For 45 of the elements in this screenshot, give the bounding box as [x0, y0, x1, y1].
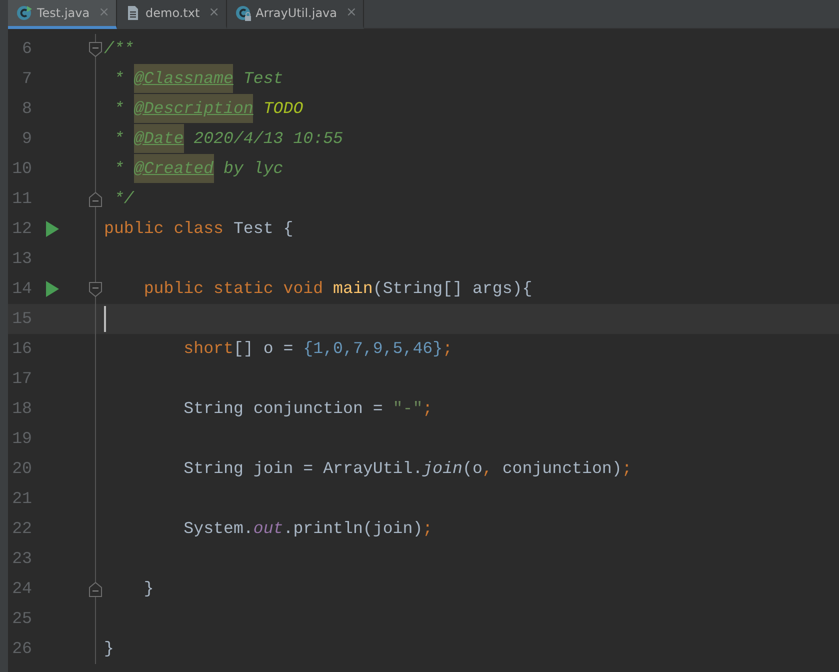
code-line: }	[104, 638, 114, 658]
code-line: System.out.println(join);	[182, 518, 433, 538]
line-number: 22	[11, 518, 32, 540]
line-number: 11	[11, 188, 32, 210]
file-tab[interactable]: demo.txt ×	[116, 0, 227, 29]
line-number: 12	[11, 218, 32, 240]
line-number: 24	[11, 578, 32, 600]
line-number: 8	[21, 98, 32, 120]
code-line: * @Date 2020/4/13 10:55	[104, 124, 343, 153]
line-number: 10	[11, 158, 32, 180]
fold-icon[interactable]	[89, 42, 102, 56]
code-line: }	[142, 578, 154, 598]
code-line: public static void main(String[] args){	[142, 278, 532, 298]
close-icon[interactable]: ×	[346, 3, 357, 23]
fold-icon[interactable]	[89, 282, 102, 296]
code-line: */	[112, 188, 134, 208]
run-icon[interactable]	[45, 221, 59, 237]
line-number: 7	[21, 68, 32, 90]
fold-icon[interactable]	[89, 192, 102, 206]
file-tab[interactable]: ArrayUtil.java ×	[226, 0, 364, 29]
code-line: * @Created by lyc	[104, 154, 284, 183]
run-icon[interactable]	[45, 281, 59, 297]
line-number: 25	[11, 608, 32, 630]
line-number: 6	[21, 38, 32, 60]
line-number: 23	[11, 548, 32, 570]
line-number: 13	[11, 248, 32, 270]
code-line: String join = ArrayUtil.join(o, conjunction);	[182, 458, 632, 478]
file-tab[interactable]: Test.java ×	[8, 0, 116, 29]
line-number: 21	[11, 488, 32, 510]
line-number: 20	[11, 458, 32, 480]
line-number: 17	[11, 368, 32, 390]
line-number: 18	[11, 398, 32, 420]
line-number: 14	[11, 278, 32, 300]
line-number: 9	[21, 128, 32, 150]
code-line: String conjunction = "-";	[182, 398, 433, 418]
locked-class-icon	[234, 5, 251, 21]
code-line: public class Test {	[104, 218, 294, 238]
close-icon[interactable]: ×	[208, 3, 220, 23]
fold-icon[interactable]	[89, 582, 102, 596]
line-number: 16	[11, 338, 32, 360]
line-number: 19	[11, 428, 32, 450]
code-line: short[] o = {1,0,7,9,5,46};	[182, 338, 453, 358]
code-line: /**	[104, 38, 134, 58]
class-icon	[16, 5, 32, 21]
line-number: 26	[11, 638, 32, 660]
